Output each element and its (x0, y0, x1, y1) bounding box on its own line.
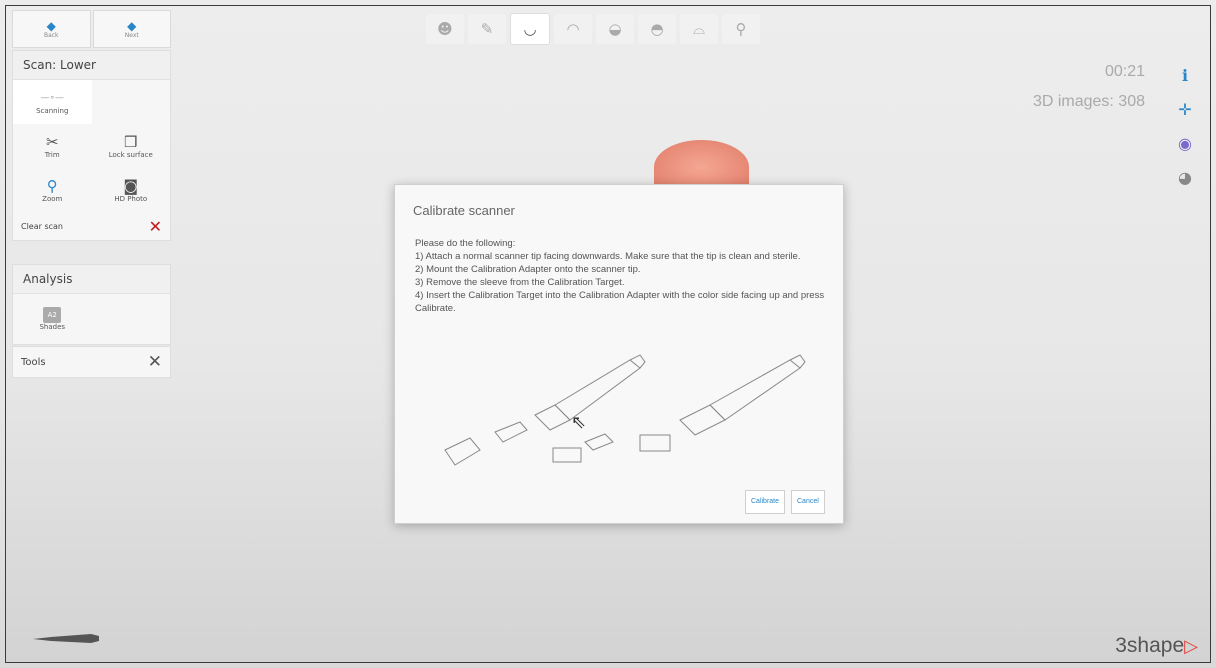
scan-panel-title: Scan: Lower (13, 51, 170, 80)
right-toolbar: i ✛ ◉ ◕ (1174, 64, 1196, 188)
bite-scan-step-icon[interactable]: ◒ (596, 14, 634, 44)
instruction-line: 3) Remove the sleeve from the Calibratio… (415, 277, 625, 288)
workflow-toolbar: ☻ ✎ ◡ ◠ ◒ ◓ ⌓ ⚲ (426, 10, 760, 48)
trim-label: Trim (44, 151, 60, 159)
send-step-icon[interactable]: ⚲ (722, 14, 760, 44)
calibrate-button[interactable]: Calibrate (745, 490, 786, 514)
dialog-instructions: Please do the following: 1) Attach a nor… (415, 237, 830, 315)
scanner-handle-icon (33, 634, 99, 643)
mouse-cursor-icon: ⇖ (571, 412, 587, 433)
hd-photo-label: HD Photo (114, 195, 148, 203)
analysis-panel: Analysis A2 Shades (12, 264, 171, 345)
instruction-line: 1) Attach a normal scanner tip facing do… (415, 251, 801, 262)
dialog-title: Calibrate scanner (413, 203, 515, 218)
crosshair-icon[interactable]: ✛ (1174, 98, 1196, 120)
tools-row[interactable]: Tools ✕ (13, 347, 170, 377)
tools-panel[interactable]: Tools ✕ (12, 346, 171, 378)
scissors-icon: ✂ (45, 133, 59, 151)
scanner-tip-icon: —∘— (40, 93, 65, 103)
clear-scan-label: Clear scan (21, 221, 64, 231)
calibrate-dialog: Calibrate scanner Please do the followin… (394, 184, 844, 524)
brand-logo: 3shape▷ (1115, 634, 1198, 658)
next-button[interactable]: ◆ Next (92, 10, 171, 48)
tooth-view-icon[interactable]: ◕ (1174, 166, 1196, 188)
nav-buttons: ◆ Back ◆ Next (12, 10, 171, 48)
tools-label: Tools (21, 356, 46, 368)
scan-panel: Scan: Lower —∘— Scanning ✂ Trim ❒ Lock s… (12, 50, 171, 241)
scan-timer: 00:21 (1104, 63, 1145, 80)
tools-icon: ✕ (147, 352, 162, 372)
logo-text: 3shape (1115, 634, 1185, 657)
calibration-illustration (444, 354, 806, 466)
lock-surface-icon: ❒ (124, 133, 138, 151)
camera-icon: ◙ (123, 177, 139, 195)
arrow-right-icon: ◆ (127, 18, 137, 33)
shades-tool[interactable]: A2 Shades (13, 294, 92, 344)
order-step-icon[interactable]: ✎ (468, 14, 506, 44)
logo-mark-icon: ▷ (1184, 636, 1198, 656)
app-window: ◆ Back ◆ Next Scan: Lower —∘— Scanning ✂… (5, 5, 1211, 663)
instruction-line: Please do the following: (415, 238, 516, 249)
scanning-label: Scanning (36, 107, 69, 115)
patient-step-icon[interactable]: ☻ (426, 14, 464, 44)
back-label: Back (43, 31, 59, 39)
instruction-line: 2) Mount the Calibration Adapter onto th… (415, 264, 641, 275)
analysis-tools: A2 Shades (13, 294, 170, 344)
images-count: 3D images: 308 (1032, 93, 1145, 110)
lower-scan-step-icon[interactable]: ◡ (510, 13, 550, 45)
empty-tool-slot (92, 80, 171, 124)
scanning-tool[interactable]: —∘— Scanning (13, 80, 92, 124)
shades-label: Shades (39, 323, 66, 331)
hd-photo-tool[interactable]: ◙ HD Photo (92, 168, 171, 212)
next-label: Next (124, 31, 139, 39)
bite-scan-2-step-icon[interactable]: ◓ (638, 14, 676, 44)
zoom-label: Zoom (42, 195, 63, 203)
instruction-line: 4) Insert the Calibration Target into th… (415, 290, 825, 314)
arrow-left-icon: ◆ (46, 18, 56, 33)
clear-scan-button[interactable]: Clear scan ✕ (13, 212, 170, 240)
cancel-button[interactable]: Cancel (791, 490, 825, 514)
post-process-step-icon[interactable]: ⌓ (680, 14, 718, 44)
color-wheel-icon[interactable]: ◉ (1174, 132, 1196, 154)
lock-surface-tool[interactable]: ❒ Lock surface (92, 124, 171, 168)
zoom-tool[interactable]: ⚲ Zoom (13, 168, 92, 212)
back-button[interactable]: ◆ Back (12, 10, 91, 48)
upper-scan-step-icon[interactable]: ◠ (554, 14, 592, 44)
scan-tools: —∘— Scanning ✂ Trim ❒ Lock surface ⚲ Zoo… (13, 80, 170, 212)
magnifier-icon: ⚲ (46, 177, 58, 195)
lock-surface-label: Lock surface (108, 151, 153, 159)
trim-tool[interactable]: ✂ Trim (13, 124, 92, 168)
shades-icon: A2 (43, 307, 62, 323)
info-icon[interactable]: i (1174, 64, 1196, 86)
close-icon: ✕ (148, 216, 162, 236)
analysis-panel-title: Analysis (13, 265, 170, 294)
